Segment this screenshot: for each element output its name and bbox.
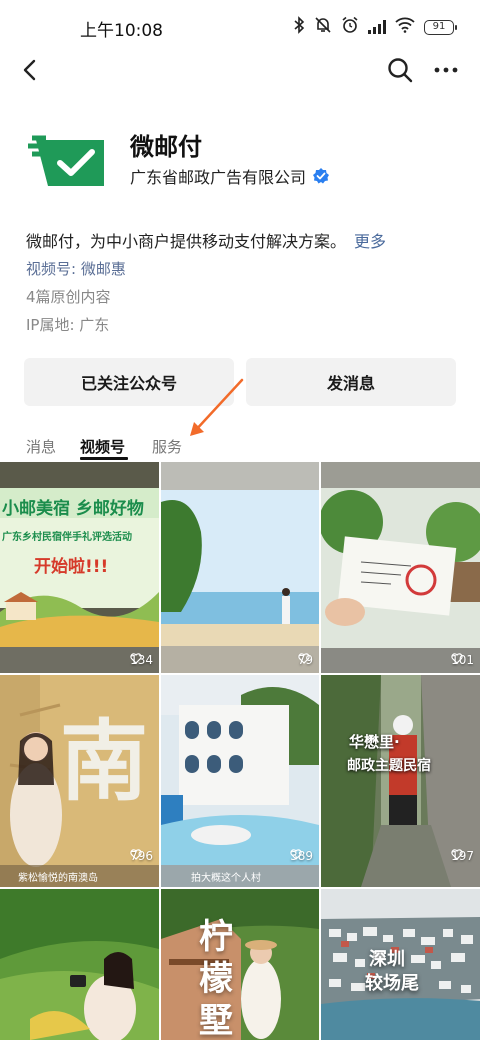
- heart-icon: [451, 653, 463, 664]
- video-grid: 小邮美宿 乡邮好物 广东乡村民宿伴手礼评选活动 开始啦!!! 134 79 10…: [0, 462, 480, 1040]
- video-title-line: 华懋里·: [349, 733, 400, 751]
- channel-name: 微邮惠: [80, 260, 126, 278]
- bluetooth-icon: [293, 16, 305, 38]
- status-time: 上午10:08: [80, 21, 163, 41]
- description-text: 微邮付，为中小商户提供移动支付解决方案。: [26, 232, 347, 251]
- video-title-line: 开始啦!!!: [34, 557, 109, 577]
- cell-signal-icon: [368, 20, 386, 34]
- video-tile[interactable]: 南 紫松愉悦的南澳岛 796: [0, 675, 159, 887]
- active-tab-indicator: [80, 457, 128, 460]
- alarm-icon: [341, 16, 359, 38]
- ip-location: IP属地: 广东: [26, 316, 110, 334]
- more-dots-icon: [434, 67, 458, 73]
- video-tile[interactable]: 79: [161, 462, 319, 673]
- envelope-check-logo-icon: [28, 135, 104, 186]
- video-title-char: 墅: [199, 1001, 233, 1040]
- search-button[interactable]: [384, 54, 416, 86]
- search-icon: [388, 58, 413, 83]
- tab-channels[interactable]: 视频号: [80, 436, 125, 457]
- video-title-line: 小邮美宿 乡邮好物: [2, 499, 144, 519]
- like-count: 389: [290, 849, 313, 863]
- status-icons: 91: [293, 14, 457, 40]
- video-title-line: 深圳: [369, 949, 405, 970]
- channel-prefix: 视频号:: [26, 260, 81, 278]
- account-name: 微邮付: [130, 133, 202, 161]
- tab-services[interactable]: 服务: [152, 436, 182, 457]
- wifi-icon: [395, 17, 415, 37]
- account-description: 微邮付，为中小商户提供移动支付解决方案。 更多: [26, 228, 386, 252]
- like-count: 197: [451, 849, 474, 863]
- video-tile[interactable]: 深圳 较场尾: [321, 889, 480, 1040]
- more-button[interactable]: [430, 54, 462, 86]
- like-count: 79: [298, 653, 313, 667]
- send-message-button[interactable]: 发消息: [246, 358, 456, 406]
- mute-bell-icon: [314, 16, 332, 38]
- battery-indicator: 91: [424, 19, 457, 35]
- video-tile[interactable]: 拍大概这个人村 389: [161, 675, 319, 887]
- chevron-left-icon: [23, 59, 36, 81]
- video-tile[interactable]: [0, 889, 159, 1040]
- more-link[interactable]: 更多: [354, 232, 386, 251]
- video-tile[interactable]: 柠 檬 墅: [161, 889, 319, 1040]
- company-name: 广东省邮政广告有限公司: [130, 168, 307, 187]
- account-company[interactable]: 广东省邮政广告有限公司: [130, 164, 330, 188]
- verified-badge-icon: [313, 168, 330, 184]
- video-title-line: 邮政主题民宿: [347, 758, 431, 774]
- video-title-line: 较场尾: [365, 973, 419, 994]
- tab-messages[interactable]: 消息: [26, 436, 56, 457]
- account-logo: [26, 130, 110, 190]
- video-title-line: 广东乡村民宿伴手礼评选活动: [2, 532, 132, 543]
- channel-line[interactable]: 视频号: 微邮惠: [26, 258, 126, 279]
- like-count: 134: [130, 653, 153, 667]
- like-count: 796: [130, 849, 153, 863]
- heart-icon: [451, 849, 463, 860]
- nav-bar: [0, 48, 480, 92]
- heart-icon: [130, 849, 142, 860]
- like-count: 101: [451, 653, 474, 667]
- video-tile[interactable]: 华懋里· 邮政主题民宿 197: [321, 675, 480, 887]
- video-caption: 紫松愉悦的南澳岛: [18, 873, 98, 884]
- heart-icon: [130, 653, 142, 664]
- annotation-arrow-icon: [190, 378, 244, 436]
- video-tile[interactable]: 101: [321, 462, 480, 673]
- heart-icon: [290, 849, 302, 860]
- back-button[interactable]: [14, 54, 46, 86]
- heart-icon: [298, 653, 310, 664]
- video-tile[interactable]: 小邮美宿 乡邮好物 广东乡村民宿伴手礼评选活动 开始啦!!! 134: [0, 462, 159, 673]
- wall-character: 南: [60, 709, 149, 813]
- video-caption: 拍大概这个人村: [191, 873, 261, 884]
- original-count: 4篇原创内容: [26, 288, 111, 306]
